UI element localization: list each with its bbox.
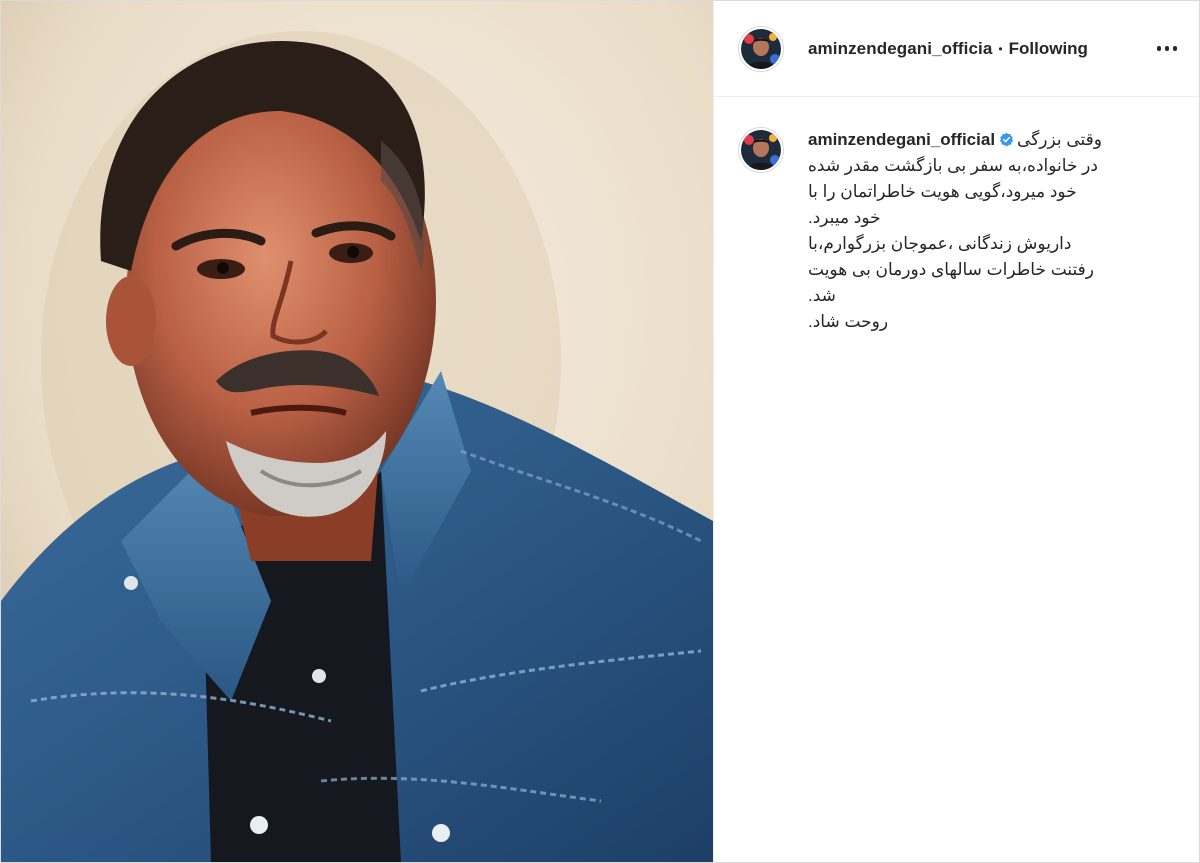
caption-first-line: aminzendegani_official وقتی بزرگی: [808, 127, 1138, 153]
instagram-post-modal: aminzendegani_officia • Following aminze…: [0, 0, 1200, 863]
header-avatar[interactable]: [738, 25, 784, 72]
caption-section: aminzendegani_official وقتی بزرگی در خان…: [714, 97, 1199, 335]
header-username[interactable]: aminzendegani_officia: [808, 39, 992, 59]
caption-line: داریوش زندگانی ،عموجان بزرگوارم،با: [808, 234, 1072, 253]
following-button[interactable]: Following: [1009, 39, 1088, 59]
caption-line: .روحت شاد: [808, 312, 889, 331]
verified-badge-icon: [999, 132, 1014, 147]
post-caption: aminzendegani_official وقتی بزرگی در خان…: [808, 127, 1138, 335]
caption-line: .خود میبرد: [808, 208, 881, 227]
post-side-panel: aminzendegani_officia • Following aminze…: [713, 1, 1199, 862]
caption-line: خود میرود،گویی هویت خاطراتمان را با: [808, 182, 1077, 201]
portrait-image: [1, 1, 713, 862]
avatar-image: [741, 130, 781, 170]
post-photo[interactable]: [1, 1, 713, 862]
avatar-image: [741, 28, 781, 69]
caption-first-text: وقتی بزرگی: [1017, 130, 1102, 149]
caption-line: رفتنت خاطرات سالهای دورمان بی هویت: [808, 260, 1094, 279]
caption-avatar[interactable]: [738, 127, 784, 173]
caption-line: در خانواده،به سفر بی بازگشت مقدر شده: [808, 156, 1098, 175]
post-header: aminzendegani_officia • Following: [714, 1, 1199, 97]
header-separator: •: [998, 41, 1003, 56]
more-horizontal-icon[interactable]: [1151, 33, 1183, 65]
caption-line: .شد: [808, 286, 836, 305]
caption-username[interactable]: aminzendegani_official: [808, 130, 995, 149]
